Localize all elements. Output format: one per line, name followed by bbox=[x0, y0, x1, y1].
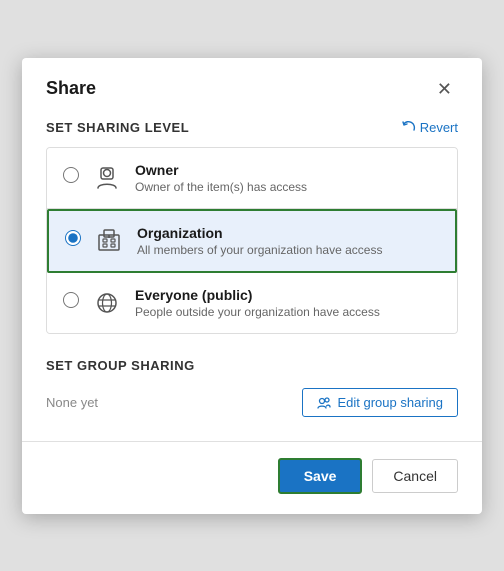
share-dialog: Share ✕ Set sharing level Revert bbox=[22, 58, 482, 514]
dialog-footer: Save Cancel bbox=[46, 458, 458, 494]
org-name: Organization bbox=[137, 225, 439, 241]
owner-icon bbox=[91, 162, 123, 194]
everyone-icon bbox=[91, 287, 123, 319]
save-button[interactable]: Save bbox=[278, 458, 363, 494]
edit-group-button[interactable]: Edit group sharing bbox=[302, 388, 458, 417]
dialog-header: Share ✕ bbox=[46, 78, 458, 100]
org-text: Organization All members of your organiz… bbox=[137, 225, 439, 257]
revert-icon bbox=[402, 120, 416, 134]
org-radio[interactable] bbox=[65, 230, 81, 251]
everyone-desc: People outside your organization have ac… bbox=[135, 305, 441, 319]
org-icon bbox=[93, 225, 125, 257]
owner-desc: Owner of the item(s) has access bbox=[135, 180, 441, 194]
close-button[interactable]: ✕ bbox=[431, 78, 458, 100]
edit-group-icon bbox=[317, 396, 331, 410]
revert-button[interactable]: Revert bbox=[402, 120, 458, 135]
group-section-label: Set group sharing bbox=[46, 358, 458, 373]
owner-name: Owner bbox=[135, 162, 441, 178]
everyone-name: Everyone (public) bbox=[135, 287, 441, 303]
group-sharing-section: Set group sharing None yet Edit group sh… bbox=[46, 358, 458, 421]
everyone-text: Everyone (public) People outside your or… bbox=[135, 287, 441, 319]
cancel-button[interactable]: Cancel bbox=[372, 459, 458, 493]
owner-radio[interactable] bbox=[63, 167, 79, 188]
sharing-section-header: Set sharing level Revert bbox=[46, 120, 458, 135]
sharing-options-list: Owner Owner of the item(s) has access bbox=[46, 147, 458, 334]
footer-divider bbox=[22, 441, 482, 442]
group-content: None yet Edit group sharing bbox=[46, 385, 458, 421]
dialog-title: Share bbox=[46, 78, 96, 99]
option-owner[interactable]: Owner Owner of the item(s) has access bbox=[47, 148, 457, 209]
org-desc: All members of your organization have ac… bbox=[137, 243, 439, 257]
sharing-section-label: Set sharing level bbox=[46, 120, 189, 135]
everyone-radio[interactable] bbox=[63, 292, 79, 313]
none-yet-label: None yet bbox=[46, 395, 98, 410]
option-organization[interactable]: Organization All members of your organiz… bbox=[47, 209, 457, 273]
owner-text: Owner Owner of the item(s) has access bbox=[135, 162, 441, 194]
option-everyone[interactable]: Everyone (public) People outside your or… bbox=[47, 273, 457, 333]
